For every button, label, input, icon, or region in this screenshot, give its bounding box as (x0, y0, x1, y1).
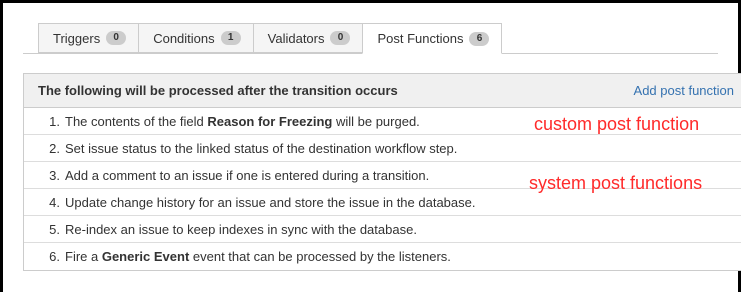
count-badge: 6 (469, 31, 490, 46)
tab-label: Post Functions (377, 31, 464, 46)
item-number: 5. (49, 221, 60, 237)
item-text: Set issue status to the linked status of… (65, 140, 458, 156)
panel-header: The following will be processed after th… (24, 74, 741, 108)
tab-label: Validators (267, 30, 325, 46)
window-frame: Triggers 0 Conditions 1 Validators 0 Pos… (0, 0, 741, 292)
tab-conditions[interactable]: Conditions 1 (138, 23, 254, 53)
workflow-transition-tabs: Triggers 0 Conditions 1 Validators 0 Pos… (38, 23, 503, 54)
item-number: 6. (49, 249, 60, 264)
tab-validators[interactable]: Validators 0 (252, 23, 364, 53)
tab-post-functions[interactable]: Post Functions 6 (362, 23, 503, 54)
item-number: 1. (49, 113, 60, 129)
field-name: Reason for Freezing (207, 113, 333, 129)
tab-triggers[interactable]: Triggers 0 (38, 23, 140, 53)
item-number: 2. (49, 140, 60, 156)
item-text-pre: Fire a (65, 249, 102, 264)
item-text: Update change history for an issue and s… (65, 194, 476, 210)
item-text-post: will be purged. (332, 113, 420, 129)
tab-label: Triggers (53, 30, 101, 46)
item-number: 4. (49, 194, 60, 210)
item-text: Fire a Generic Event event that can be p… (65, 249, 451, 264)
item-number: 3. (49, 167, 60, 183)
tab-label: Conditions (153, 30, 215, 46)
list-item: 6. Fire a Generic Event event that can b… (24, 243, 741, 270)
item-text-post: event that can be processed by the liste… (189, 249, 451, 264)
post-functions-panel: The following will be processed after th… (23, 73, 741, 271)
item-text: The contents of the field Reason for Fre… (65, 114, 420, 129)
count-badge: 0 (330, 31, 351, 45)
list-item: 2. Set issue status to the linked status… (24, 135, 741, 162)
list-item: 5. Re-index an issue to keep indexes in … (24, 216, 741, 243)
count-badge: 0 (106, 31, 127, 45)
custom-post-function-annotation: custom post function (534, 114, 700, 134)
system-post-functions-annotation: system post functions (529, 173, 703, 193)
panel-title: The following will be processed after th… (38, 83, 398, 98)
item-text-pre: The contents of the field (65, 113, 208, 129)
count-badge: 1 (220, 31, 241, 45)
add-post-function-link[interactable]: Add post function (634, 83, 734, 98)
item-text: Re-index an issue to keep indexes in syn… (65, 221, 417, 237)
item-text: Add a comment to an issue if one is ente… (65, 167, 430, 183)
event-name: Generic Event (101, 249, 190, 264)
